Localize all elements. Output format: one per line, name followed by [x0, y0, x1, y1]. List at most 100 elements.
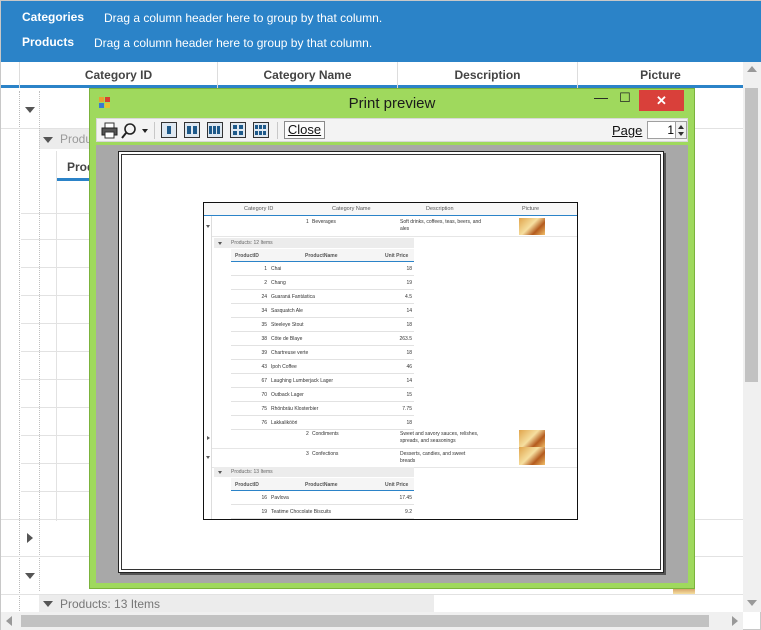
- spin-down-icon[interactable]: [678, 132, 684, 136]
- group-panel-label: Products: [22, 35, 75, 49]
- row-divider: [21, 435, 89, 436]
- printed-picture: [519, 430, 545, 448]
- scroll-down-icon[interactable]: [747, 600, 757, 606]
- printed-product-header-cell: ProductID: [235, 482, 259, 488]
- page-spinner[interactable]: [675, 121, 687, 139]
- printed-product-row: 43 Ipoh Coffee 46: [231, 360, 414, 374]
- printed-group-label: Products: 13 Items: [231, 469, 273, 475]
- scroll-right-icon[interactable]: [732, 616, 738, 626]
- printed-group-row: Products: 12 Items: [214, 238, 414, 248]
- column-header-picture[interactable]: Picture: [578, 62, 743, 88]
- printed-product-cell: Pavlova: [271, 495, 289, 501]
- printed-product-cell: Teatime Chocolate Biscuits: [271, 509, 332, 515]
- group-panel-products[interactable]: Products Drag a column header here to gr…: [1, 31, 761, 62]
- printed-product-cell: 7.75: [402, 406, 412, 412]
- printed-product-cell: 4.5: [405, 294, 412, 300]
- printed-product-row: 76 Lakkalikööri 18: [231, 416, 414, 430]
- printed-cell: Sweet and savory sauces, relishes, sprea…: [400, 431, 479, 444]
- printed-product-row: 1 Chai 18: [231, 262, 414, 276]
- close-preview-button[interactable]: Close: [284, 121, 325, 139]
- row-divider: [21, 491, 89, 492]
- row-indicator-column: [1, 91, 20, 611]
- scroll-thumb[interactable]: [21, 615, 709, 627]
- printed-picture: [519, 218, 545, 235]
- printed-product-cell: 76: [261, 420, 267, 426]
- vertical-scrollbar[interactable]: [743, 62, 761, 612]
- printed-product-cell: 19: [406, 280, 412, 286]
- zoom-icon[interactable]: [121, 122, 138, 139]
- six-pages-icon[interactable]: [253, 122, 269, 138]
- printed-group-label: Products: 12 Items: [231, 240, 273, 246]
- printed-product-cell: 14: [406, 378, 412, 384]
- minimize-button[interactable]: —: [590, 89, 612, 111]
- page-number-input[interactable]: 1: [647, 121, 677, 139]
- detail-column-header[interactable]: Prod: [57, 153, 94, 181]
- printed-product-cell: 1: [264, 266, 267, 272]
- row-divider: [21, 407, 89, 408]
- printed-product-cell: 34: [261, 308, 267, 314]
- detail-border: [56, 151, 57, 521]
- scroll-left-icon[interactable]: [6, 616, 12, 626]
- printed-product-cell: Rhönbräu Klosterbier: [271, 406, 319, 412]
- group-panel-hint: Drag a column header here to group by th…: [104, 11, 383, 25]
- printed-product-cell: 75: [261, 406, 267, 412]
- printed-product-header-cell: Unit Price: [385, 253, 409, 259]
- printed-page: Category ID Category Name Description Pi…: [118, 151, 664, 573]
- spin-up-icon[interactable]: [678, 125, 684, 129]
- expand-row-icon[interactable]: [25, 107, 35, 113]
- scroll-thumb[interactable]: [745, 88, 758, 382]
- printed-product-cell: Chartreuse verte: [271, 350, 309, 356]
- scroll-up-icon[interactable]: [747, 66, 757, 72]
- printed-product-row: 38 Côte de Blaye 263.5: [231, 332, 414, 346]
- indent-guide: [39, 91, 40, 591]
- printed-product-cell: 38: [261, 336, 267, 342]
- horizontal-scrollbar[interactable]: [1, 612, 743, 630]
- group-panel-categories[interactable]: Categories Drag a column header here to …: [1, 1, 761, 31]
- grid-application: Categories Drag a column header here to …: [0, 0, 761, 630]
- column-header-description[interactable]: Description: [398, 62, 578, 88]
- one-page-icon[interactable]: [161, 122, 177, 138]
- collapse-group-icon[interactable]: [43, 137, 53, 143]
- printed-product-cell: 18: [406, 322, 412, 328]
- row-divider: [21, 463, 89, 464]
- printed-product-cell: 70: [261, 392, 267, 398]
- printed-product-row: 24 Guaraná Fantástica 4.5: [231, 290, 414, 304]
- preview-toolbar: Close Page 1: [96, 118, 688, 142]
- printed-product-row: 67 Laughing Lumberjack Lager 14: [231, 374, 414, 388]
- printed-cell: Condiments: [312, 431, 339, 437]
- printed-product-cell: Steeleye Stout: [271, 322, 304, 328]
- maximize-button[interactable]: ☐: [614, 90, 636, 112]
- printed-product-cell: 35: [261, 322, 267, 328]
- preview-area[interactable]: Category ID Category Name Description Pi…: [96, 145, 688, 583]
- printed-product-row: 19 Teatime Chocolate Biscuits 9.2: [231, 505, 414, 519]
- two-pages-icon[interactable]: [184, 122, 200, 138]
- expand-row-icon[interactable]: [27, 533, 33, 543]
- printed-product-header-cell: ProductName: [305, 482, 338, 488]
- bottom-group-label: Products: 13 Items: [60, 597, 161, 611]
- page-label: Page: [612, 123, 643, 138]
- column-header-category-name[interactable]: Category Name: [218, 62, 398, 88]
- four-pages-icon[interactable]: [230, 122, 246, 138]
- collapse-row-icon[interactable]: [25, 573, 35, 579]
- printed-product-header-cell: ProductID: [235, 253, 259, 259]
- column-header-category-id[interactable]: Category ID: [20, 62, 218, 88]
- printed-collapse-icon: [218, 242, 222, 245]
- title-bar[interactable]: Print preview — ☐ ✕: [90, 89, 694, 117]
- printed-cell: Confections: [312, 451, 339, 457]
- printed-product-cell: Sasquatch Ale: [271, 308, 303, 314]
- printed-expand-icon: [207, 436, 210, 440]
- window-close-button[interactable]: ✕: [639, 90, 684, 111]
- row-indicator-header: [1, 62, 20, 88]
- printed-product-cell: Chai: [271, 266, 282, 272]
- group-panel-hint: Drag a column header here to group by th…: [94, 36, 373, 50]
- printed-product-cell: 263.5: [399, 336, 412, 342]
- row-divider: [21, 267, 89, 268]
- printed-grid: Category ID Category Name Description Pi…: [203, 202, 578, 520]
- printed-product-row: 34 Sasquatch Ale 14: [231, 304, 414, 318]
- printed-product-cell: Lakkalikööri: [271, 420, 298, 426]
- collapse-group-icon[interactable]: [43, 601, 53, 607]
- print-icon[interactable]: [101, 122, 118, 139]
- three-pages-icon[interactable]: [207, 122, 223, 138]
- printed-column-header: Category Name: [332, 206, 371, 212]
- zoom-dropdown-icon[interactable]: [142, 129, 148, 133]
